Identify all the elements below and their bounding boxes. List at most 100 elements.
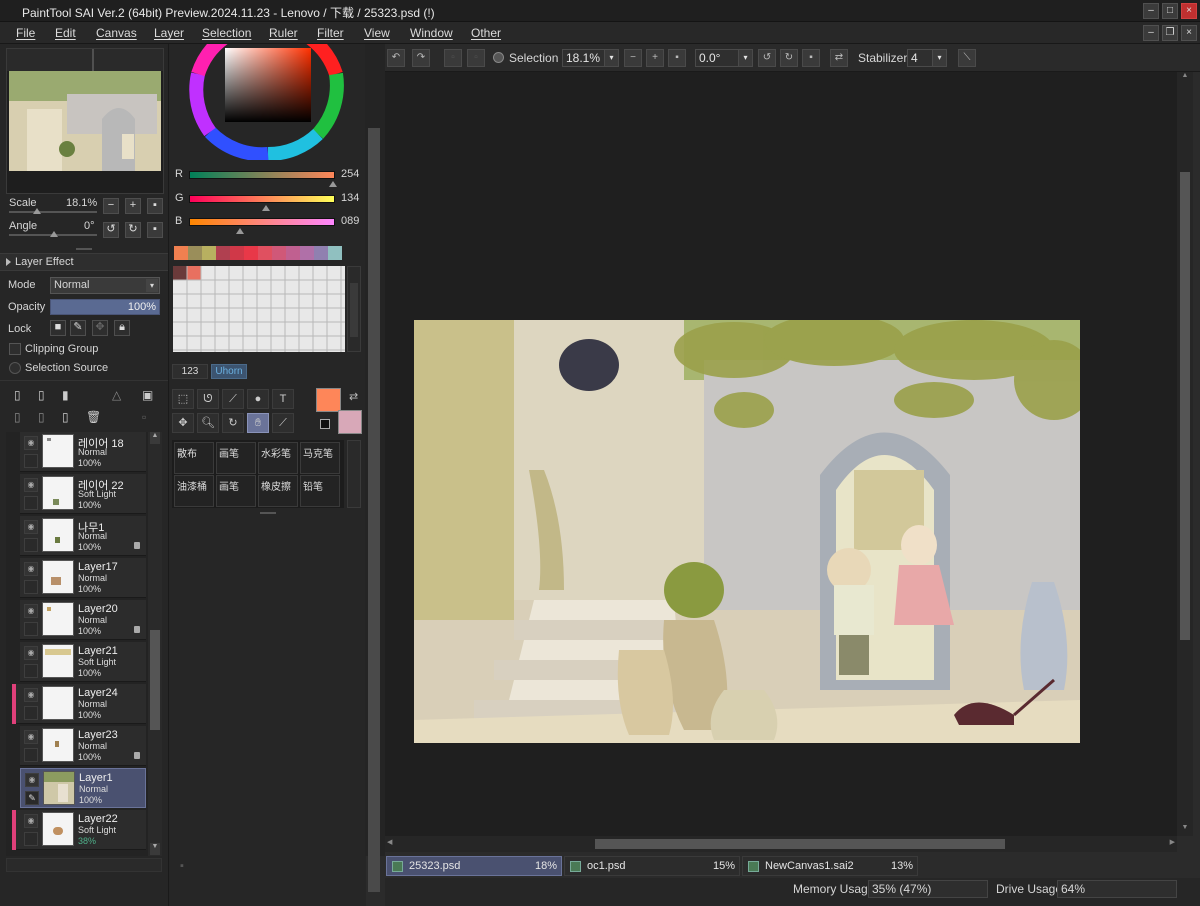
zoom-reset-button[interactable]: ▪ (147, 198, 163, 214)
layer-row[interactable]: ◉ 레이어 22 Soft Light 100% (20, 474, 146, 514)
brush-pencil[interactable]: 铅笔 (300, 475, 340, 507)
reset-colors-icon[interactable] (320, 419, 330, 429)
undo-icon[interactable]: ↶ (387, 49, 405, 67)
zoom-out-button[interactable]: − (103, 198, 119, 214)
close-icon[interactable]: × (1181, 3, 1197, 19)
zoom-reset-icon[interactable]: ▪ (668, 49, 686, 67)
rotate-reset-button[interactable]: ▪ (147, 222, 163, 238)
menu-layer[interactable]: Layer (154, 26, 184, 40)
lasso-icon[interactable]: ᘎ (197, 389, 219, 409)
move-icon[interactable]: ✥ (172, 413, 194, 433)
text-tool-icon[interactable]: T (272, 389, 294, 409)
clear-layer-icon[interactable]: ▯ (62, 410, 69, 424)
eye-icon[interactable]: ◉ (24, 646, 38, 660)
brush-scatter[interactable]: 散布 (174, 442, 214, 474)
brush-bucket[interactable]: 油漆桶 (174, 475, 214, 507)
eye-icon[interactable]: ◉ (24, 478, 38, 492)
menu-selection[interactable]: Selection (202, 26, 251, 40)
merge-visible-icon[interactable]: ▫ (142, 410, 146, 424)
scroll-up-icon[interactable]: ▲ (150, 432, 160, 444)
doc-minimize-icon[interactable]: – (1143, 25, 1159, 41)
vscroll-thumb[interactable] (1180, 172, 1190, 640)
new-layer-icon[interactable]: ▯ (14, 388, 21, 402)
canvas-vscrollbar[interactable]: ▲ ▼ (1177, 72, 1193, 836)
selection-source-checkbox[interactable] (9, 362, 21, 374)
zoom-out-icon[interactable]: − (624, 49, 642, 67)
panel-splitter[interactable] (76, 248, 92, 250)
rotate-right-button[interactable]: ↻ (125, 222, 141, 238)
flip-horizontal-icon[interactable]: ⇄ (830, 49, 848, 67)
canvas-artwork[interactable] (414, 320, 1080, 743)
layer-row[interactable]: ◉ Layer22 Soft Light 38% (12, 810, 146, 850)
zoom-select[interactable]: 18.1% ▾ (562, 49, 619, 67)
menu-edit[interactable]: Edit (55, 26, 76, 40)
menu-filter[interactable]: Filter (317, 26, 344, 40)
layer-scrollbar[interactable]: ▲ ▼ (148, 432, 162, 856)
layer-row[interactable]: ◉ 나무1 Normal 100% (20, 516, 146, 556)
g-slider-thumb[interactable] (262, 205, 270, 211)
hscroll-thumb[interactable] (595, 839, 1005, 849)
document-tab[interactable]: oc1.psd 15% (564, 856, 740, 876)
merge-down-icon[interactable]: ▯ (38, 410, 45, 424)
swatch[interactable] (216, 246, 230, 260)
brush-pen[interactable]: 画笔 (216, 442, 256, 474)
zoom-in-icon[interactable]: + (646, 49, 664, 67)
scroll-thumb[interactable] (150, 630, 160, 730)
brush-eraser[interactable]: 橡皮擦 (258, 475, 298, 507)
layer-hscrollbar[interactable] (6, 858, 162, 872)
panel-splitter[interactable] (260, 512, 276, 514)
rotate-left-button[interactable]: ↺ (103, 222, 119, 238)
layer-row-selected[interactable]: ◉ ✎ Layer1 Normal 100% (20, 768, 146, 808)
canvas-hscrollbar[interactable]: ◀ ▶ (385, 836, 1177, 852)
navigator-preview[interactable] (6, 48, 164, 194)
angle-select[interactable]: 0.0° ▾ (695, 49, 753, 67)
eye-icon[interactable]: ◉ (24, 436, 38, 450)
menu-other[interactable]: Other (471, 26, 501, 40)
invert-selection-icon[interactable]: ▫ (467, 49, 485, 67)
b-slider-thumb[interactable] (236, 228, 244, 234)
eye-icon[interactable]: ◉ (24, 562, 38, 576)
swatch[interactable] (314, 246, 328, 260)
brush-pen-2[interactable]: 画笔 (216, 475, 256, 507)
menu-file[interactable]: File (16, 26, 35, 40)
layer-effect-header[interactable]: Layer Effect (0, 253, 168, 271)
swatch[interactable] (258, 246, 272, 260)
swatch[interactable] (174, 246, 188, 260)
swatch[interactable] (244, 246, 258, 260)
new-folder-icon[interactable]: ▮ (62, 388, 69, 402)
angle-slider-thumb[interactable] (50, 231, 58, 237)
lock-all-icon[interactable]: 🔒︎ (114, 320, 130, 336)
menu-window[interactable]: Window (410, 26, 453, 40)
delete-brush-icon[interactable]: ▪ (180, 860, 184, 872)
scale-slider-thumb[interactable] (33, 208, 41, 214)
zoom-tool-icon[interactable]: 🔍︎ (197, 413, 219, 433)
swatch[interactable] (202, 246, 216, 260)
trash-icon[interactable]: 🗑︎ (86, 410, 101, 424)
clipping-group-checkbox[interactable] (9, 343, 21, 355)
menu-canvas[interactable]: Canvas (96, 26, 137, 40)
scroll-right-icon[interactable]: ▶ (1170, 838, 1175, 846)
doc-close-icon[interactable]: × (1181, 25, 1197, 41)
zoom-in-button[interactable]: + (125, 198, 141, 214)
brush-scrollbar[interactable] (347, 440, 361, 508)
swatch[interactable] (286, 246, 300, 260)
eyedropper-icon[interactable]: ⟋ (272, 413, 294, 433)
rotate-tool-icon[interactable]: ↻ (222, 413, 244, 433)
swatch-scrollbar[interactable] (347, 266, 361, 352)
new-linework-icon[interactable]: ▯ (38, 388, 45, 402)
eye-icon[interactable]: ◉ (25, 773, 39, 787)
magic-wand-icon[interactable]: ⟋ (222, 389, 244, 409)
rotate-reset-icon[interactable]: ▪ (802, 49, 820, 67)
swap-colors-icon[interactable]: ⇄ (349, 390, 358, 403)
rotate-left-icon[interactable]: ↺ (758, 49, 776, 67)
maximize-icon[interactable]: □ (1162, 3, 1178, 19)
brush-marker[interactable]: 马克笔 (300, 442, 340, 474)
layer-row[interactable]: ◉ Layer24 Normal 100% (12, 684, 146, 724)
eye-icon[interactable]: ◉ (24, 814, 38, 828)
palette-tab-123[interactable]: 123 (172, 364, 208, 379)
hand-tool-icon[interactable]: ✋︎ (247, 413, 269, 433)
brush-watercolor[interactable]: 水彩笔 (258, 442, 298, 474)
opacity-slider[interactable]: 100% (50, 299, 160, 315)
layer-row[interactable]: ◉ Layer21 Soft Light 100% (20, 642, 146, 682)
swatch-grid[interactable] (173, 266, 345, 352)
